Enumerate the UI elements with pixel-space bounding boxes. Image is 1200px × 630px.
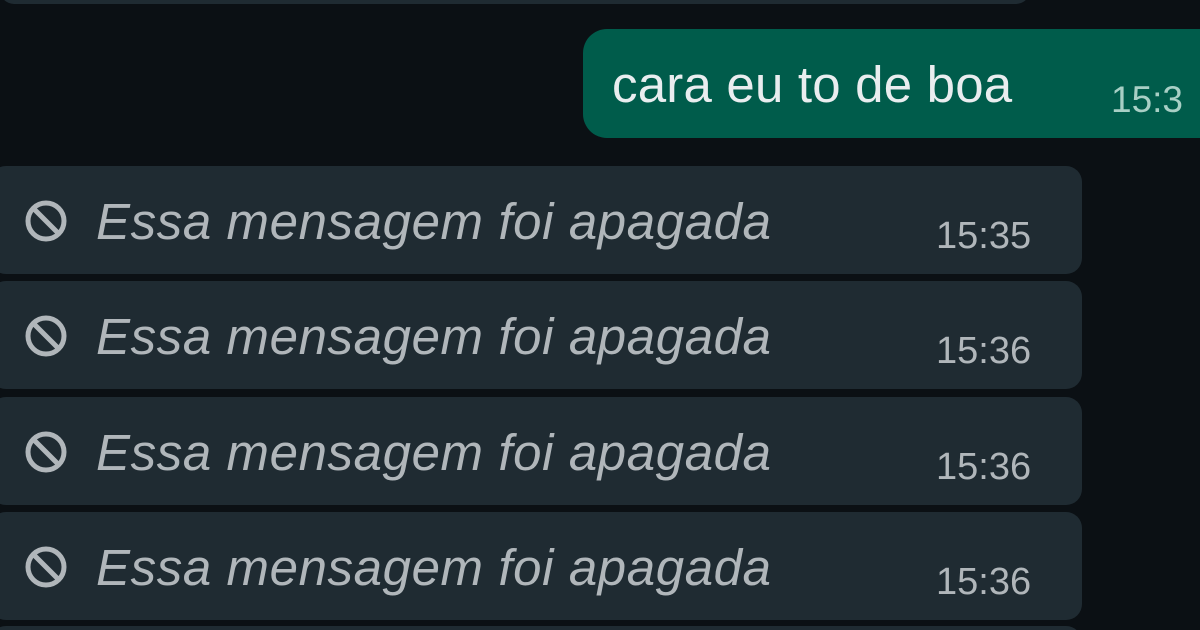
deleted-message-text: Essa mensagem foi apagada: [96, 424, 772, 481]
deleted-icon: [25, 546, 67, 588]
outgoing-message-bubble[interactable]: cara eu to de boa 15:3: [583, 29, 1200, 138]
message-timestamp: 15:35: [936, 215, 1032, 257]
message-timestamp: 15:36: [936, 446, 1032, 488]
message-text: cara eu to de boa: [612, 56, 1013, 113]
message-timestamp: 15:3: [1111, 79, 1184, 120]
deleted-icon: [25, 315, 67, 357]
deleted-message-bubble[interactable]: Essa mensagem foi apagada 15:36: [0, 281, 1082, 389]
message-bubble-partial[interactable]: [0, 0, 1030, 4]
deleted-message-bubble[interactable]: Essa mensagem foi apagada 15:35: [0, 166, 1082, 274]
deleted-message-bubble[interactable]: Essa mensagem foi apagada 15:36: [0, 512, 1082, 620]
deleted-message-text: Essa mensagem foi apagada: [96, 308, 772, 365]
deleted-icon: [25, 431, 67, 473]
message-bubble-partial[interactable]: [0, 626, 1082, 630]
deleted-message-text: Essa mensagem foi apagada: [96, 193, 772, 250]
deleted-message-text: Essa mensagem foi apagada: [96, 539, 772, 596]
message-timestamp: 15:36: [936, 561, 1032, 603]
deleted-message-bubble[interactable]: Essa mensagem foi apagada 15:36: [0, 397, 1082, 505]
chat-conversation: cara eu to de boa 15:3 Essa mensagem foi…: [0, 0, 1200, 630]
deleted-icon: [25, 200, 67, 242]
message-timestamp: 15:36: [936, 330, 1032, 372]
